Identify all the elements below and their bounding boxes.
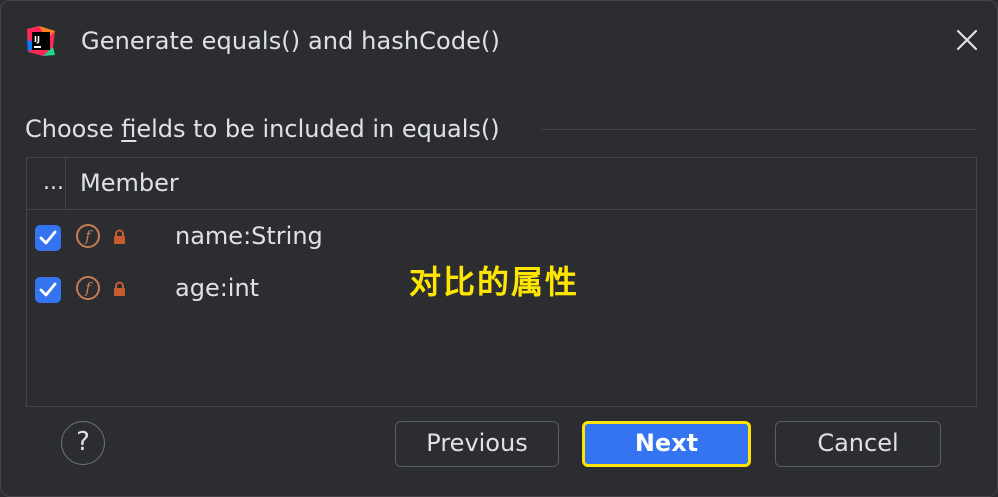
dialog-title: Generate equals() and hashCode() xyxy=(81,27,500,55)
section-separator xyxy=(541,129,977,130)
include-checkbox[interactable] xyxy=(35,277,61,303)
field-icon: f xyxy=(76,276,100,300)
generate-equals-hashcode-dialog: IJ Generate equals() and hashCode() Choo… xyxy=(0,0,998,497)
checkmark-icon xyxy=(39,282,57,297)
column-header-more[interactable]: ... xyxy=(43,170,64,195)
help-icon: ? xyxy=(76,427,90,457)
close-button[interactable] xyxy=(953,26,981,54)
close-icon xyxy=(956,29,978,51)
label-text-part: ields to be included in equals() xyxy=(136,115,500,143)
svg-text:IJ: IJ xyxy=(34,35,40,44)
cancel-button[interactable]: Cancel xyxy=(775,421,941,467)
column-header-member[interactable]: Member xyxy=(80,169,179,197)
checkmark-icon xyxy=(39,230,57,245)
table-row[interactable]: f name:String xyxy=(27,211,976,263)
column-divider[interactable] xyxy=(65,158,66,209)
include-checkbox[interactable] xyxy=(35,225,61,251)
intellij-idea-logo-icon: IJ xyxy=(25,25,57,57)
label-mnemonic: f xyxy=(121,115,137,143)
help-button[interactable]: ? xyxy=(61,421,105,465)
next-button[interactable]: Next xyxy=(582,421,751,467)
lock-icon xyxy=(113,229,126,245)
lock-icon xyxy=(113,281,126,297)
field-icon-letter: f xyxy=(85,279,91,297)
fields-section-label: Choose fields to be included in equals() xyxy=(25,115,500,143)
field-icon: f xyxy=(76,224,100,248)
table-header: ... Member xyxy=(27,158,976,210)
previous-button[interactable]: Previous xyxy=(395,421,559,467)
member-label: age:int xyxy=(175,274,260,302)
label-text-part: Choose xyxy=(25,115,122,143)
member-label: name:String xyxy=(175,222,323,250)
annotation-text: 对比的属性 xyxy=(409,263,580,301)
field-icon-letter: f xyxy=(85,227,91,245)
title-bar: IJ Generate equals() and hashCode() xyxy=(1,1,997,83)
